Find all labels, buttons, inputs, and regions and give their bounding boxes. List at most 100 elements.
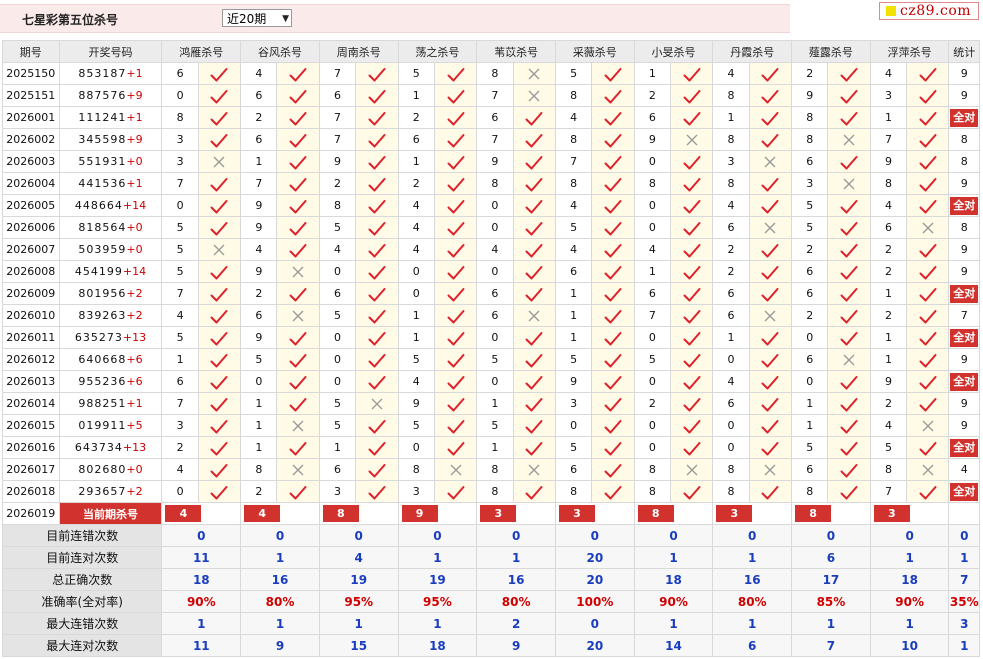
stat-cell: 全对 — [948, 106, 980, 129]
result-cell — [906, 370, 950, 393]
result-cell — [669, 216, 714, 239]
kill-number-cell: 8 — [554, 480, 593, 503]
summary-value: 1 — [240, 612, 320, 635]
all-correct-badge: 全对 — [950, 284, 979, 303]
draw-digits: 448664 — [74, 199, 123, 212]
site-logo[interactable]: cz89.com — [879, 2, 979, 20]
top-bar: 七星彩第五位杀号 近20期 ▼ cz89.com — [0, 0, 983, 38]
result-cell — [906, 480, 950, 503]
summary-value: 20 — [554, 568, 635, 591]
period-cell: 2026015 — [2, 414, 60, 437]
result-cell — [433, 326, 478, 349]
summary-value: 20 — [554, 634, 635, 657]
result-cell — [669, 326, 714, 349]
check-icon — [761, 375, 779, 391]
check-icon — [761, 89, 779, 105]
check-icon — [210, 177, 228, 193]
result-cell — [355, 480, 399, 503]
result-cell — [355, 304, 399, 327]
check-icon — [840, 199, 858, 215]
result-cell — [512, 304, 556, 327]
stat-cell: 9 — [948, 238, 980, 261]
kill-number-cell: 9 — [633, 128, 672, 151]
check-icon — [840, 67, 858, 83]
all-correct-badge: 全对 — [950, 438, 979, 457]
result-cell — [355, 414, 399, 437]
result-cell — [827, 150, 871, 173]
result-cell — [906, 304, 950, 327]
result-cell — [748, 128, 793, 151]
draw-digits: 801956 — [78, 287, 127, 300]
kill-number-cell: 2 — [869, 260, 908, 283]
draw-digits: 345598 — [78, 133, 127, 146]
cross-icon — [291, 309, 305, 323]
check-icon — [289, 375, 307, 391]
result-cell — [591, 150, 635, 173]
check-icon — [289, 243, 307, 259]
summary-value: 20 — [554, 546, 635, 569]
kill-number-cell: 0 — [240, 370, 278, 393]
kill-number-cell: 2 — [869, 304, 908, 327]
period-cell: 2026003 — [2, 150, 60, 173]
current-kill-number: 4 — [165, 505, 202, 522]
period-cell: 2026016 — [2, 436, 60, 459]
summary-value: 11 — [161, 546, 242, 569]
result-cell — [197, 304, 242, 327]
check-icon — [447, 331, 465, 347]
result-cell — [748, 436, 793, 459]
result-cell — [669, 370, 714, 393]
check-icon — [289, 111, 307, 127]
result-cell — [591, 238, 635, 261]
result-cell — [433, 238, 478, 261]
period-cell: 2026006 — [2, 216, 60, 239]
draw-cell: 345598+9 — [58, 128, 163, 151]
check-icon — [683, 485, 701, 501]
kill-number-cell: 6 — [633, 282, 672, 305]
result-cell — [591, 84, 635, 107]
table-row: 2025150 853187+1 6 4 7 5 8 5 1 4 2 4 9 — [2, 62, 980, 85]
period-range-select[interactable]: 近20期 ▼ — [222, 9, 292, 27]
kill-number-cell: 6 — [161, 62, 199, 85]
check-icon — [447, 441, 465, 457]
cross-icon — [842, 177, 856, 191]
kill-number-cell: 0 — [161, 194, 199, 217]
result-cell — [355, 436, 399, 459]
kill-number-cell: 5 — [318, 414, 357, 437]
chevron-down-icon: ▼ — [282, 14, 289, 24]
cross-icon — [685, 463, 699, 477]
kill-number-cell: 0 — [633, 414, 672, 437]
kill-number-cell: 4 — [476, 238, 514, 261]
table-row: 2026011 635273+13 5 9 0 1 0 1 0 1 0 1 全对 — [2, 326, 980, 349]
kill-number-cell: 9 — [554, 370, 593, 393]
check-icon — [840, 397, 858, 413]
check-icon — [289, 287, 307, 303]
result-cell — [591, 370, 635, 393]
summary-value: 90% — [633, 590, 714, 613]
kill-number-cell: 8 — [554, 128, 593, 151]
kill-number-cell: 0 — [318, 326, 357, 349]
check-icon — [447, 89, 465, 105]
result-cell — [591, 260, 635, 283]
kill-number-cell: 3 — [161, 128, 199, 151]
result-cell — [906, 128, 950, 151]
summary-value: 2 — [476, 612, 556, 635]
check-icon — [289, 199, 307, 215]
header-expert: 荡之杀号 — [397, 40, 478, 63]
result-cell — [276, 62, 320, 85]
kill-number-cell: 3 — [318, 480, 357, 503]
result-cell — [906, 458, 950, 481]
check-icon — [840, 419, 858, 435]
check-icon — [840, 309, 858, 325]
result-cell — [827, 216, 871, 239]
draw-cell: 801956+2 — [58, 282, 163, 305]
result-cell — [355, 150, 399, 173]
check-icon — [210, 419, 228, 435]
draw-digits: 643734 — [74, 441, 123, 454]
result-cell — [197, 458, 242, 481]
cross-icon — [842, 353, 856, 367]
kill-number-cell: 8 — [712, 128, 750, 151]
current-kill-cell: 8 — [318, 502, 399, 525]
summary-value: 1 — [397, 546, 478, 569]
current-kill-cell: 4 — [240, 502, 320, 525]
kill-number-cell: 0 — [318, 370, 357, 393]
